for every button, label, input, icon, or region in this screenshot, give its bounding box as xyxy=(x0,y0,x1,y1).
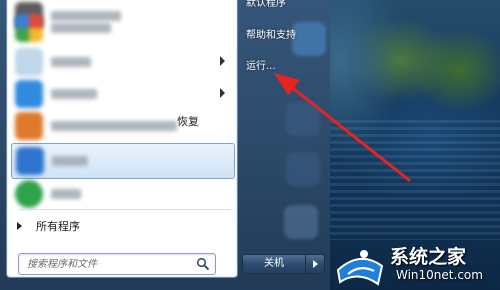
lake-reflection xyxy=(330,120,500,240)
right-arrow-icon xyxy=(313,260,318,268)
program-label-blurred xyxy=(51,189,81,199)
submenu-arrow-icon[interactable] xyxy=(220,88,225,98)
colorful-app-icon xyxy=(15,14,43,42)
all-programs-label: 所有程序 xyxy=(36,220,80,233)
program-item[interactable] xyxy=(11,45,233,79)
program-item-highlighted[interactable] xyxy=(11,143,235,179)
program-label-blurred xyxy=(51,23,111,33)
program-label-fragment: 恢复 xyxy=(177,115,199,128)
app-icon xyxy=(15,80,43,108)
watermark: 系统之家 Win10net.com xyxy=(334,238,498,288)
app-icon xyxy=(15,180,43,208)
program-label-blurred xyxy=(51,57,91,67)
shutdown-button[interactable]: 关机 xyxy=(242,254,306,274)
watermark-url: Win10net.com xyxy=(396,268,483,282)
win10-logo-icon xyxy=(336,250,384,286)
watermark-title: 系统之家 xyxy=(390,246,467,268)
faint-app-icon xyxy=(286,102,320,136)
program-item[interactable] xyxy=(11,177,233,211)
faint-app-icon xyxy=(284,205,318,239)
default-programs-link[interactable]: 默认程序 xyxy=(246,0,286,9)
shutdown-options-button[interactable] xyxy=(305,254,325,274)
search-box[interactable] xyxy=(18,253,216,275)
start-menu: 所有程序 恢复 默认程序 帮助和支持 运行... 关机 xyxy=(0,0,330,290)
program-list-pane: 所有程序 xyxy=(6,0,238,278)
app-icon xyxy=(16,147,44,175)
submenu-arrow-icon[interactable] xyxy=(220,56,225,66)
help-support-link[interactable]: 帮助和支持 xyxy=(246,26,296,41)
program-item[interactable] xyxy=(11,77,233,111)
program-item[interactable] xyxy=(11,11,233,45)
right-arrow-icon xyxy=(17,222,22,230)
faint-app-icon xyxy=(292,22,326,56)
program-item[interactable] xyxy=(11,109,233,143)
program-label-blurred xyxy=(51,89,97,99)
app-icon xyxy=(15,48,43,76)
divider xyxy=(19,209,231,210)
program-label-blurred xyxy=(52,156,88,166)
faint-app-icon xyxy=(286,152,320,186)
run-link[interactable]: 运行... xyxy=(246,57,276,72)
program-label-blurred xyxy=(51,121,177,131)
search-input[interactable] xyxy=(27,257,187,271)
app-icon xyxy=(15,112,43,140)
search-icon[interactable] xyxy=(196,257,210,271)
all-programs-item[interactable]: 所有程序 xyxy=(17,217,80,235)
